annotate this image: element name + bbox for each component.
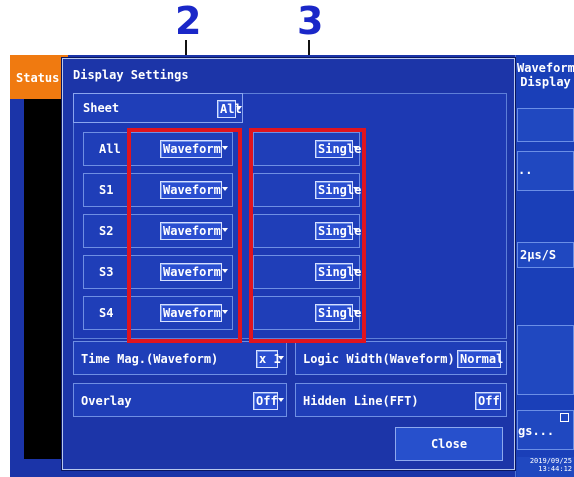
row-name: S2 [99,224,114,238]
sheet-label: Sheet [83,101,120,115]
logic-width-label: Logic Width(Waveform) [303,352,455,366]
overlay-label: Overlay [81,394,132,408]
logic-width-button[interactable]: Normal [457,350,504,368]
chevron-down-icon [236,106,242,110]
hidden-line-button[interactable]: Off [475,392,501,410]
row-name: All [99,142,121,156]
timebase-value: 2μs/S [520,248,557,262]
overlay-value: Off [256,394,278,408]
callout-2: 2 [175,0,202,43]
row-name: S4 [99,306,114,320]
sheet-select[interactable]: All [217,100,242,118]
callout-3: 3 [297,0,324,43]
chevron-down-icon [278,398,284,402]
time-mag-label: Time Mag.(Waveform) [81,352,219,366]
chevron-down-icon [278,356,284,360]
hidden-line-value: Off [478,394,500,408]
ellipsis-label: .. [518,163,533,177]
hidden-line-label: Hidden Line(FFT) [303,394,419,408]
right-box-3[interactable] [517,325,574,395]
right-box-1[interactable] [517,108,574,142]
highlight-type-column [127,128,242,343]
settings-button-label: gs... [518,424,555,438]
highlight-mode-column [249,128,366,343]
dialog-title: Display Settings [73,68,189,82]
logic-width-value: Normal [460,352,504,366]
status-tab[interactable]: Status [10,55,68,99]
row-name: S1 [99,183,114,197]
close-button[interactable]: Close [395,427,503,461]
time-mag-select[interactable]: x 1 [256,350,284,368]
datetime-readout: 2019/09/25 13:44:12 [517,457,574,477]
overlay-select[interactable]: Off [253,392,284,410]
checkbox-icon [560,413,569,422]
waveform-display-label: Waveform Display [517,61,574,89]
date-text: 2019/09/25 [529,457,572,465]
row-name: S3 [99,265,114,279]
time-text: 13:44:12 [538,465,572,473]
